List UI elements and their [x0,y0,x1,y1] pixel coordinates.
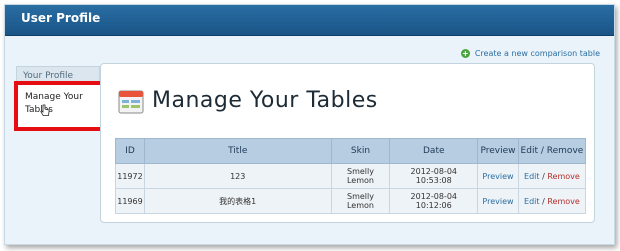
preview-link[interactable]: Preview [482,172,513,181]
col-remove-label: Remove [546,146,584,156]
action-separator: / [542,196,545,206]
cell-title: 我的表格1 [143,188,332,214]
cell-date: 2012-08-04 10:12:06 [389,188,479,214]
table-row: 11972 123 Smelly Lemon 2012-08-04 10:53:… [115,163,587,189]
cell-id: 11972 [115,163,145,189]
edit-link[interactable]: Edit [524,197,540,206]
cell-title: 123 [143,163,332,189]
table-header-row: ID Title Skin Date Preview Edit / Remove [115,138,587,164]
sidebar-item-your-profile[interactable]: Your Profile [16,66,100,84]
create-table-link[interactable]: + Create a new comparison table [460,49,600,58]
tables-list: ID Title Skin Date Preview Edit / Remove… [115,138,587,214]
hand-cursor-icon [40,104,50,116]
col-id: ID [115,138,145,164]
col-date: Date [389,138,479,164]
col-title: Title [143,138,332,164]
title-bar: User Profile [5,5,614,36]
create-table-label: Create a new comparison table [474,49,600,58]
cell-actions: Edit / Remove [517,188,587,214]
col-edit-remove: Edit / Remove [517,138,587,164]
table-icon [118,90,144,114]
cell-preview: Preview [477,188,519,214]
cell-skin: Smelly Lemon [330,188,391,214]
col-sep-label: / [540,146,544,156]
preview-link[interactable]: Preview [482,197,513,206]
sidebar-item-manage-tables[interactable]: Manage Your Tables [16,84,100,128]
cell-preview: Preview [477,163,519,189]
cell-date: 2012-08-04 10:53:08 [389,163,479,189]
col-skin: Skin [330,138,391,164]
col-preview: Preview [477,138,519,164]
action-separator: / [542,171,545,181]
page-title: Manage Your Tables [152,88,378,113]
remove-link[interactable]: Remove [547,197,579,206]
table-row: 11969 我的表格1 Smelly Lemon 2012-08-04 10:1… [115,188,587,214]
cell-id: 11969 [115,188,145,214]
remove-link[interactable]: Remove [547,172,579,181]
cell-skin: Smelly Lemon [330,163,391,189]
plus-circle-icon: + [460,49,470,58]
sidebar-item-label: Manage Your Tables [25,92,83,115]
page-header-title: User Profile [21,11,101,25]
edit-link[interactable]: Edit [524,172,540,181]
col-edit-label: Edit [520,146,538,156]
sidebar-item-label: Your Profile [23,71,74,81]
cell-actions: Edit / Remove [517,163,587,189]
